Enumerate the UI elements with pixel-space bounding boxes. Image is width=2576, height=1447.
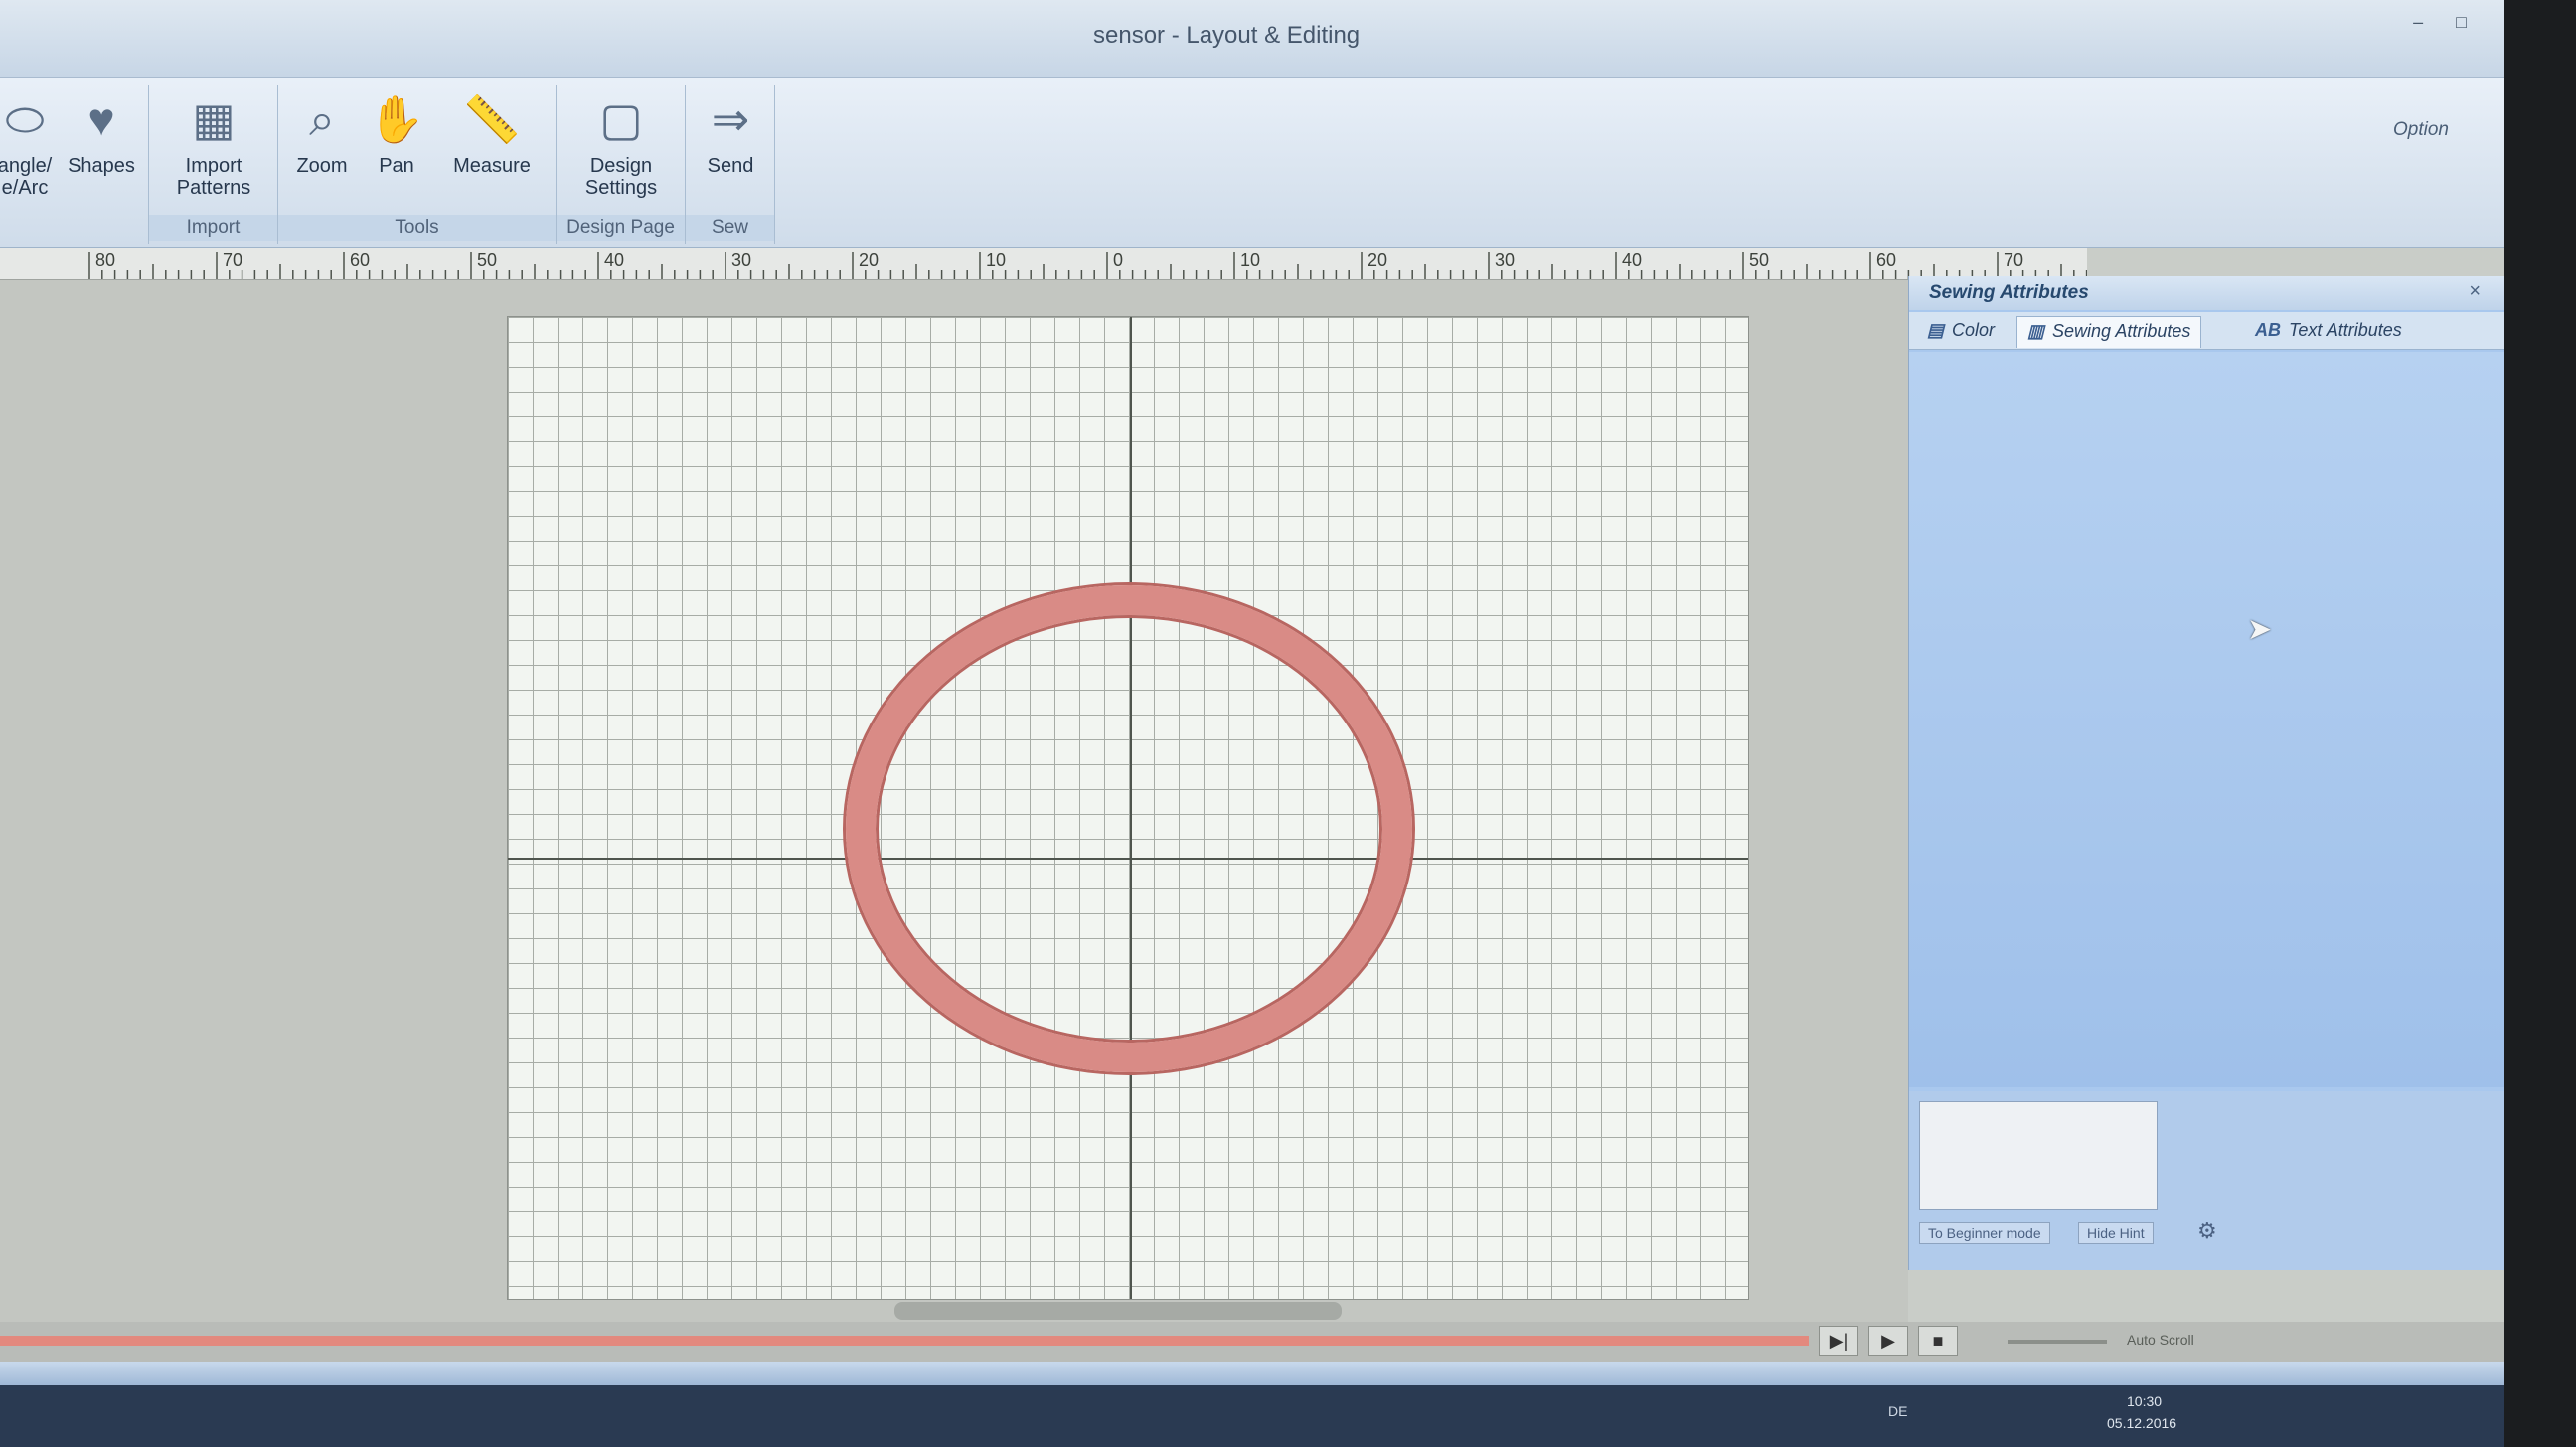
- taskbar: DE 10:30 05.12.2016: [0, 1385, 2504, 1447]
- hint-area: To Beginner mode Hide Hint ⚙: [1909, 1091, 2504, 1270]
- horizontal-ruler: 80 70 60 50 40 30 20 10 0 10 20 30 40 50 60 70: [0, 248, 2087, 280]
- measure-button[interactable]: 📏 Measure: [437, 91, 547, 177]
- ribbon-group-sew: ⇒ Send Sew: [686, 85, 775, 244]
- mouse-cursor-icon: ➤: [2247, 613, 2273, 646]
- step-end-icon: ▶|: [1829, 1331, 1849, 1351]
- playback-bar: ▶| ▶ ■ Auto Scroll: [0, 1322, 2504, 1362]
- window-title: sensor - Layout & Editing: [1093, 22, 1361, 49]
- ruler-label: 60: [1876, 250, 1896, 270]
- ruler-label: 10: [1240, 250, 1260, 270]
- measure-label: Measure: [453, 155, 531, 177]
- ruler-label: 40: [1622, 250, 1642, 270]
- play-icon: ▶: [1881, 1331, 1895, 1351]
- clock-date[interactable]: 05.12.2016: [2107, 1415, 2176, 1431]
- ruler-label: 20: [1368, 250, 1387, 270]
- import-group-label: Import: [149, 215, 277, 241]
- step-end-button[interactable]: ▶|: [1819, 1326, 1858, 1356]
- text-ab-icon: AB: [2255, 320, 2281, 340]
- tab-text-attributes[interactable]: AB Text Attributes: [2245, 316, 2412, 348]
- screen: sensor - Layout & Editing – □ Option ⬭ a…: [0, 0, 2504, 1447]
- pan-label: Pan: [379, 155, 414, 177]
- panel-title: Sewing Attributes: [1929, 282, 2089, 303]
- ruler-label: 0: [1113, 250, 1123, 270]
- tab-color-label: Color: [1952, 320, 1996, 340]
- tab-text-attributes-label: Text Attributes: [2289, 320, 2402, 340]
- design-settings-button[interactable]: ▢ Design Settings: [566, 91, 676, 199]
- window-controls[interactable]: – □: [2413, 12, 2481, 33]
- status-bar: [0, 1362, 2504, 1385]
- auto-scroll-checkbox[interactable]: Auto Scroll: [2127, 1332, 2194, 1348]
- heart-star-icon: ♥: [87, 93, 115, 145]
- design-page-icon: ▢: [599, 93, 643, 145]
- design-page-group-label: Design Page: [557, 215, 685, 241]
- import-patterns-label: Import Patterns: [176, 155, 251, 199]
- close-icon[interactable]: ×: [2469, 280, 2481, 303]
- settings-icon[interactable]: ⚙: [2197, 1218, 2217, 1244]
- play-button[interactable]: ▶: [1868, 1326, 1908, 1356]
- import-patterns-button[interactable]: ▦ Import Patterns: [159, 91, 268, 199]
- language-indicator[interactable]: DE: [1888, 1403, 1907, 1419]
- ruler-label: 80: [95, 250, 115, 270]
- shapes-label: Shapes: [68, 155, 135, 177]
- panel-header: Sewing Attributes ×: [1909, 276, 2504, 310]
- ruler-icon: 📏: [463, 93, 521, 145]
- color-icon: ▤: [1927, 320, 1945, 340]
- ribbon-group-import: ▦ Import Patterns Import: [149, 85, 278, 244]
- hide-hint-button[interactable]: Hide Hint: [2078, 1222, 2154, 1244]
- send-icon: ⇒: [711, 93, 750, 145]
- ruler-label: 20: [859, 250, 879, 270]
- stitch-progress-line: [0, 1336, 1809, 1346]
- circle-stitch-design[interactable]: [846, 585, 1412, 1072]
- zoom-label: Zoom: [296, 155, 348, 177]
- stop-button[interactable]: ■: [1918, 1326, 1958, 1356]
- ribbon-group-design-page: ▢ Design Settings Design Page: [557, 85, 686, 244]
- ruler-label: 30: [731, 250, 751, 270]
- send-button[interactable]: ⇒ Send: [691, 91, 770, 177]
- ruler-label: 60: [350, 250, 370, 270]
- panel-body[interactable]: ➤: [1909, 352, 2504, 1087]
- rectangle-arc-button[interactable]: ⬭ angle/ e/Arc: [0, 91, 60, 199]
- speed-slider[interactable]: [2008, 1340, 2107, 1344]
- zoom-button[interactable]: ⌕ Zoom: [282, 91, 362, 177]
- ruler-label: 70: [223, 250, 242, 270]
- ruler-label: 50: [477, 250, 497, 270]
- ribbon-group-tools: ⌕ Zoom ✋ Pan 📏 Measure Tools: [278, 85, 557, 244]
- sewing-attributes-icon: ▥: [2027, 321, 2045, 341]
- option-menu[interactable]: Option: [2393, 119, 2449, 141]
- rectangle-arc-label: angle/ e/Arc: [0, 155, 53, 199]
- tab-sewing-attributes[interactable]: ▥ Sewing Attributes: [2016, 316, 2202, 348]
- send-label: Send: [707, 155, 754, 177]
- hint-preview-box: [1919, 1101, 2158, 1210]
- stop-icon: ■: [1932, 1331, 1944, 1351]
- horizontal-scrollbar[interactable]: [894, 1302, 1342, 1320]
- canvas-area[interactable]: [0, 280, 1908, 1334]
- ruler-label: 70: [2004, 250, 2023, 270]
- sew-group-label: Sew: [686, 215, 774, 241]
- ruler-label: 40: [604, 250, 624, 270]
- ribbon-group-shapes: ⬭ angle/ e/Arc ♥ Shapes: [0, 85, 149, 244]
- hand-icon: ✋: [368, 93, 425, 145]
- sewing-attributes-panel: Sewing Attributes × ▤ Color ▥ Sewing Attri…: [1908, 276, 2504, 1270]
- shapes-button[interactable]: ♥ Shapes: [62, 91, 141, 177]
- tools-group-label: Tools: [278, 215, 556, 241]
- ruler-label: 50: [1749, 250, 1769, 270]
- design-page-grid[interactable]: [507, 316, 1749, 1300]
- beginner-mode-button[interactable]: To Beginner mode: [1919, 1222, 2050, 1244]
- design-settings-label: Design Settings: [584, 155, 658, 199]
- ribbon: Option ⬭ angle/ e/Arc ♥ Shapes ▦ Import …: [0, 78, 2504, 248]
- ruler-label: 10: [986, 250, 1006, 270]
- title-bar: sensor - Layout & Editing – □: [0, 0, 2504, 78]
- ruler-label: 30: [1495, 250, 1515, 270]
- magnifier-icon: ⌕: [309, 93, 335, 145]
- ruler-scale: 80 70 60 50 40 30 20 10 0 10 20 30 40 50 60 70: [88, 250, 2087, 279]
- clock-time[interactable]: 10:30: [2127, 1393, 2162, 1409]
- pan-button[interactable]: ✋ Pan: [362, 91, 431, 177]
- import-patterns-icon: ▦: [192, 93, 236, 145]
- tab-sewing-attributes-label: Sewing Attributes: [2052, 321, 2191, 341]
- ellipse-icon: ⬭: [5, 93, 45, 145]
- panel-tabs: ▤ Color ▥ Sewing Attributes AB Text Attribu…: [1909, 312, 2504, 350]
- tab-color[interactable]: ▤ Color: [1917, 316, 2005, 348]
